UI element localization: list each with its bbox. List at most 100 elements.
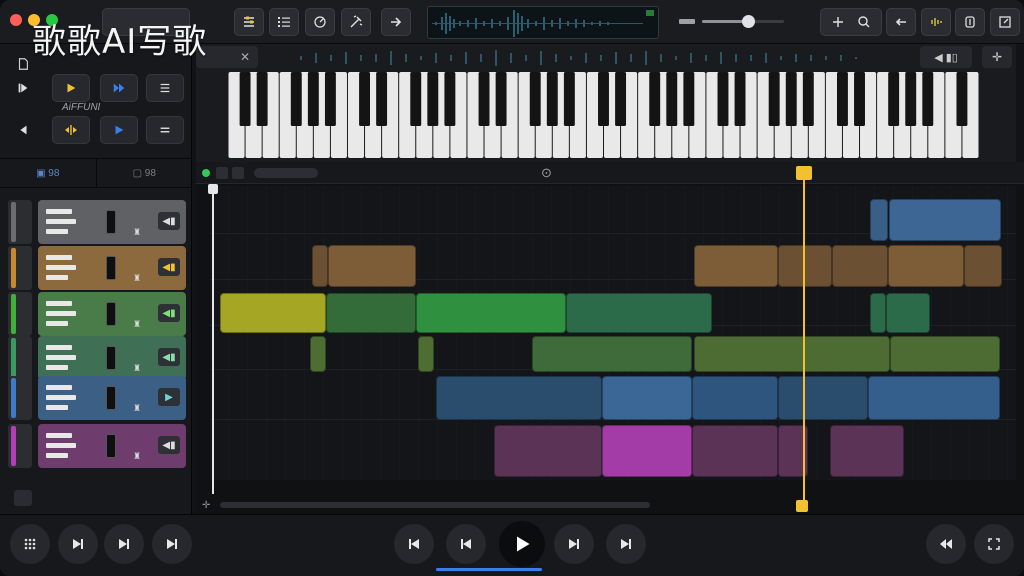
track-fader[interactable] (106, 386, 116, 410)
track-fader[interactable] (106, 256, 116, 280)
previous-icon[interactable] (446, 524, 486, 564)
track-fader[interactable] (106, 434, 116, 458)
region[interactable] (418, 336, 434, 372)
track-fader[interactable] (106, 346, 116, 370)
piano-volume-button[interactable]: ◀ ▮▯ (920, 46, 972, 68)
black-key[interactable] (854, 72, 865, 126)
black-key[interactable] (256, 72, 268, 126)
region[interactable] (326, 293, 416, 333)
track-header[interactable]: ▶ ♜ (8, 376, 188, 420)
black-key[interactable] (922, 72, 934, 126)
ruler-button[interactable] (216, 167, 228, 179)
play-track-icon[interactable]: ▶ (158, 388, 180, 406)
black-key[interactable] (649, 72, 661, 126)
play-yellow-button[interactable] (52, 74, 90, 102)
region[interactable] (964, 245, 1002, 287)
track-slider[interactable] (46, 255, 72, 260)
region[interactable] (890, 336, 1000, 372)
track-slider[interactable] (46, 265, 76, 270)
region[interactable] (310, 336, 326, 372)
skip-icon[interactable] (152, 524, 192, 564)
tab-library[interactable]: ▢ 98 (95, 159, 193, 187)
region[interactable] (870, 199, 888, 241)
track-slider[interactable] (46, 365, 68, 370)
black-key[interactable] (290, 72, 302, 126)
black-key[interactable] (410, 72, 422, 126)
black-key[interactable] (239, 72, 251, 126)
track-slider[interactable] (46, 395, 76, 400)
track-slider[interactable] (46, 275, 68, 280)
black-key[interactable] (563, 72, 575, 126)
region[interactable] (888, 245, 964, 287)
mixer-icon[interactable] (234, 8, 264, 36)
black-key[interactable] (324, 72, 336, 126)
speaker-icon[interactable]: ◀▮ (158, 304, 180, 322)
black-key[interactable] (478, 72, 490, 126)
speaker-icon[interactable]: ◀▮ (158, 258, 180, 276)
black-key[interactable] (427, 72, 439, 126)
track-header[interactable]: ◀▮ ♜ (8, 200, 188, 244)
speaker-icon[interactable]: ◀▮ (158, 348, 180, 366)
fullscreen-icon[interactable] (990, 8, 1020, 36)
track-header[interactable]: ◀▮ ♜ (8, 246, 188, 290)
region[interactable] (868, 376, 1000, 420)
region[interactable] (778, 376, 868, 420)
speaker-icon[interactable]: ◀▮ (158, 436, 180, 454)
black-key[interactable] (598, 72, 609, 126)
region[interactable] (602, 376, 692, 420)
region[interactable] (436, 376, 602, 420)
timeline-ruler[interactable]: ⊙ (196, 162, 1024, 184)
start-marker[interactable] (208, 184, 218, 194)
track-fader[interactable] (106, 302, 116, 326)
black-key[interactable] (717, 72, 729, 126)
next-icon[interactable] (554, 524, 594, 564)
region[interactable] (602, 425, 692, 477)
track-slider[interactable] (46, 301, 72, 306)
region[interactable] (778, 245, 832, 287)
region[interactable] (889, 199, 1001, 241)
black-key[interactable] (495, 72, 507, 126)
close-x-icon[interactable]: ✕ (240, 50, 250, 64)
piano-keys[interactable] (228, 72, 979, 158)
scroll-plus-icon[interactable]: ✛ (202, 500, 212, 511)
region[interactable] (886, 293, 930, 333)
track-slider[interactable] (46, 405, 68, 410)
ruler-pill[interactable] (254, 168, 318, 178)
wand-icon[interactable] (341, 8, 371, 36)
to-start-icon[interactable] (394, 524, 434, 564)
region[interactable] (532, 336, 692, 372)
master-volume-slider[interactable] (702, 15, 784, 28)
menu-lines-button[interactable] (146, 74, 184, 102)
rewind-small-icon[interactable] (8, 116, 38, 144)
play-blue-button[interactable] (100, 116, 138, 144)
piano-add-icon[interactable]: ✛ (982, 46, 1012, 68)
levels-icon[interactable] (921, 8, 951, 36)
black-key[interactable] (359, 72, 371, 126)
metronome-icon[interactable] (305, 8, 335, 36)
track-slider[interactable] (46, 345, 72, 350)
arrow-right-icon[interactable] (381, 8, 411, 36)
black-key[interactable] (836, 72, 848, 126)
track-header[interactable]: ◀▮ ♜ (8, 336, 188, 380)
track-slider[interactable] (46, 385, 72, 390)
list-icon[interactable] (269, 8, 299, 36)
split-yellow-button[interactable] (52, 116, 90, 144)
overview-waveform[interactable] (427, 6, 659, 39)
black-key[interactable] (956, 72, 968, 126)
region[interactable] (328, 245, 416, 287)
black-key[interactable] (905, 72, 917, 126)
region[interactable] (830, 425, 904, 477)
region[interactable] (220, 293, 326, 333)
skip-icon[interactable] (104, 524, 144, 564)
region[interactable] (832, 245, 888, 287)
black-key[interactable] (768, 72, 780, 126)
region[interactable] (870, 293, 886, 333)
go-to-start-icon[interactable] (8, 74, 38, 102)
grid-small-icon[interactable] (14, 490, 32, 506)
clock-icon[interactable]: ⊙ (541, 165, 552, 181)
track-slider[interactable] (46, 229, 68, 234)
play-icon[interactable] (499, 521, 545, 567)
black-key[interactable] (802, 72, 814, 126)
track-slider[interactable] (46, 433, 72, 438)
region[interactable] (692, 376, 778, 420)
